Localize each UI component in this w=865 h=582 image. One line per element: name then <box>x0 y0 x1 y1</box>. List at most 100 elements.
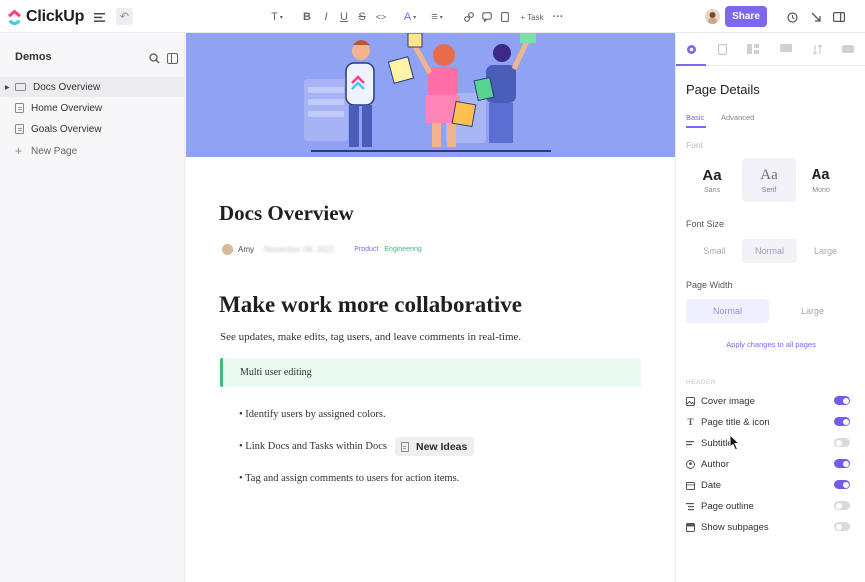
page-width-large[interactable]: Large <box>771 299 854 323</box>
underline-button[interactable]: U <box>340 9 348 25</box>
font-option-mono[interactable]: Aa Mono <box>794 158 848 202</box>
tab-basic[interactable]: Basic <box>686 113 704 122</box>
sidebar-item-docs-overview[interactable]: ▶ Docs Overview <box>0 77 185 97</box>
option-page-outline[interactable]: Page outline <box>686 499 856 513</box>
more-options-button[interactable]: ··· <box>553 9 564 25</box>
doc-icon <box>717 43 727 55</box>
linked-doc-chip[interactable]: New Ideas <box>394 437 475 456</box>
text-color-button[interactable]: A ▾ <box>402 9 418 25</box>
doc-title[interactable]: Docs Overview <box>219 201 354 226</box>
cover-image[interactable] <box>186 33 675 157</box>
date-toggle[interactable] <box>834 480 850 489</box>
align-icon: ≡ <box>431 11 438 23</box>
header-section-label: HEADER <box>686 379 717 386</box>
option-subtitle[interactable]: Subtitle <box>686 436 856 450</box>
add-task-button[interactable]: + Task <box>518 9 546 25</box>
apply-all-pages-link[interactable]: Apply changes to all pages <box>676 340 865 349</box>
sidebar-collapse-icon[interactable] <box>167 53 178 64</box>
font-option-serif[interactable]: Aa Serif <box>742 158 796 202</box>
font-sample: Aa <box>811 166 830 184</box>
collapse-icon[interactable] <box>810 9 822 25</box>
search-icon[interactable] <box>149 53 160 64</box>
link-icon[interactable] <box>464 9 474 25</box>
cover-illustration <box>186 33 675 157</box>
cover-image-toggle[interactable] <box>834 396 850 405</box>
font-size-label: Font Size <box>686 219 725 229</box>
panel-toggle-icon[interactable] <box>833 9 845 25</box>
linked-doc-label: New Ideas <box>415 440 468 453</box>
code-button[interactable]: <> <box>375 9 387 25</box>
undo-button[interactable]: ↶ <box>116 8 133 25</box>
menu-icon[interactable] <box>94 9 105 25</box>
doc-lead-paragraph[interactable]: See updates, make edits, tag users, and … <box>220 331 521 343</box>
tab-comments[interactable] <box>780 43 792 55</box>
list-item[interactable]: • Tag and assign comments to users for a… <box>239 473 459 484</box>
list-item-text: • Tag and assign comments to users for a… <box>239 473 460 484</box>
tag-engineering[interactable]: Engineering <box>384 246 421 253</box>
tab-layout[interactable] <box>747 43 759 55</box>
option-label: Date <box>701 479 722 491</box>
list-item-text: • Identify users by assigned colors. <box>239 409 386 420</box>
option-date[interactable]: Date <box>686 478 856 492</box>
option-cover-image[interactable]: Cover image <box>686 394 856 408</box>
share-button[interactable]: Share <box>725 6 767 27</box>
top-toolbar: ClickUp ↶ T ▾ B I U S <> A ▾ ≡ ▾ + Task ···… <box>0 0 865 33</box>
tab-advanced[interactable]: Advanced <box>721 113 754 122</box>
app-window: ClickUp ↶ T ▾ B I U S <> A ▾ ≡ ▾ + Task ···… <box>0 0 865 582</box>
doc-icon <box>15 103 24 113</box>
tab-settings[interactable] <box>685 43 697 55</box>
option-label: Author <box>701 458 729 470</box>
sidebar-title: Demos <box>15 51 52 63</box>
board-icon <box>15 83 26 91</box>
doc-editor[interactable]: Docs Overview Amy November 08, 2022 Prod… <box>186 33 675 582</box>
bold-button[interactable]: B <box>303 9 311 25</box>
callout-text: Multi user editing <box>240 367 312 378</box>
text-format-button[interactable]: T ▾ <box>268 9 286 25</box>
option-label: Cover image <box>701 395 755 407</box>
list-item-text: • Link Docs and Tasks within Docs <box>239 441 387 452</box>
font-size-large[interactable]: Large <box>798 239 853 263</box>
plus-icon: + <box>15 144 23 158</box>
mouse-cursor-icon <box>729 434 741 451</box>
doc-icon[interactable] <box>500 9 509 25</box>
tab-sort[interactable] <box>811 43 823 55</box>
show-subpages-toggle[interactable] <box>834 522 850 531</box>
font-option-sans[interactable]: Aa Sans <box>685 158 739 202</box>
list-item[interactable]: • Link Docs and Tasks within Docs New Id… <box>239 437 475 456</box>
page-title-toggle[interactable] <box>834 417 850 426</box>
user-avatar[interactable] <box>705 9 720 24</box>
sidebar-item-goals-overview[interactable]: Goals Overview <box>0 119 185 139</box>
sidebar-item-home-overview[interactable]: Home Overview <box>0 98 185 118</box>
author-name[interactable]: Amy <box>238 245 254 254</box>
history-icon[interactable] <box>786 9 798 25</box>
relation-icon <box>842 45 854 53</box>
strikethrough-button[interactable]: S <box>358 9 366 25</box>
callout-block[interactable]: Multi user editing <box>220 358 641 387</box>
list-item[interactable]: • Identify users by assigned colors. <box>239 409 386 420</box>
font-size-normal[interactable]: Normal <box>742 239 797 263</box>
doc-heading[interactable]: Make work more collaborative <box>219 292 522 318</box>
option-show-subpages[interactable]: Show subpages <box>686 520 856 534</box>
font-sample: Aa <box>760 166 778 183</box>
author-avatar[interactable] <box>222 243 233 255</box>
panel-title: Page Details <box>686 82 760 97</box>
clickup-logo[interactable]: ClickUp <box>7 7 84 27</box>
option-author[interactable]: Author <box>686 457 856 471</box>
italic-button[interactable]: I <box>322 9 330 25</box>
page-outline-toggle[interactable] <box>834 501 850 510</box>
subtab-indicator <box>686 126 706 128</box>
tag-product[interactable]: Product <box>354 246 378 253</box>
font-size-small[interactable]: Small <box>686 239 743 263</box>
page-width-normal[interactable]: Normal <box>686 299 769 323</box>
undo-icon: ↶ <box>119 11 130 23</box>
author-toggle[interactable] <box>834 459 850 468</box>
text-format-label: T <box>271 11 278 23</box>
comment-icon[interactable] <box>482 9 492 25</box>
option-page-title-icon[interactable]: T Page title & icon <box>686 415 856 429</box>
caret-right-icon[interactable]: ▶ <box>5 84 10 91</box>
tab-document[interactable] <box>716 43 728 55</box>
subtitle-toggle[interactable] <box>834 438 850 447</box>
new-page-button[interactable]: + New Page <box>0 141 185 161</box>
align-button[interactable]: ≡ ▾ <box>428 9 446 25</box>
tab-relations[interactable] <box>842 43 854 55</box>
